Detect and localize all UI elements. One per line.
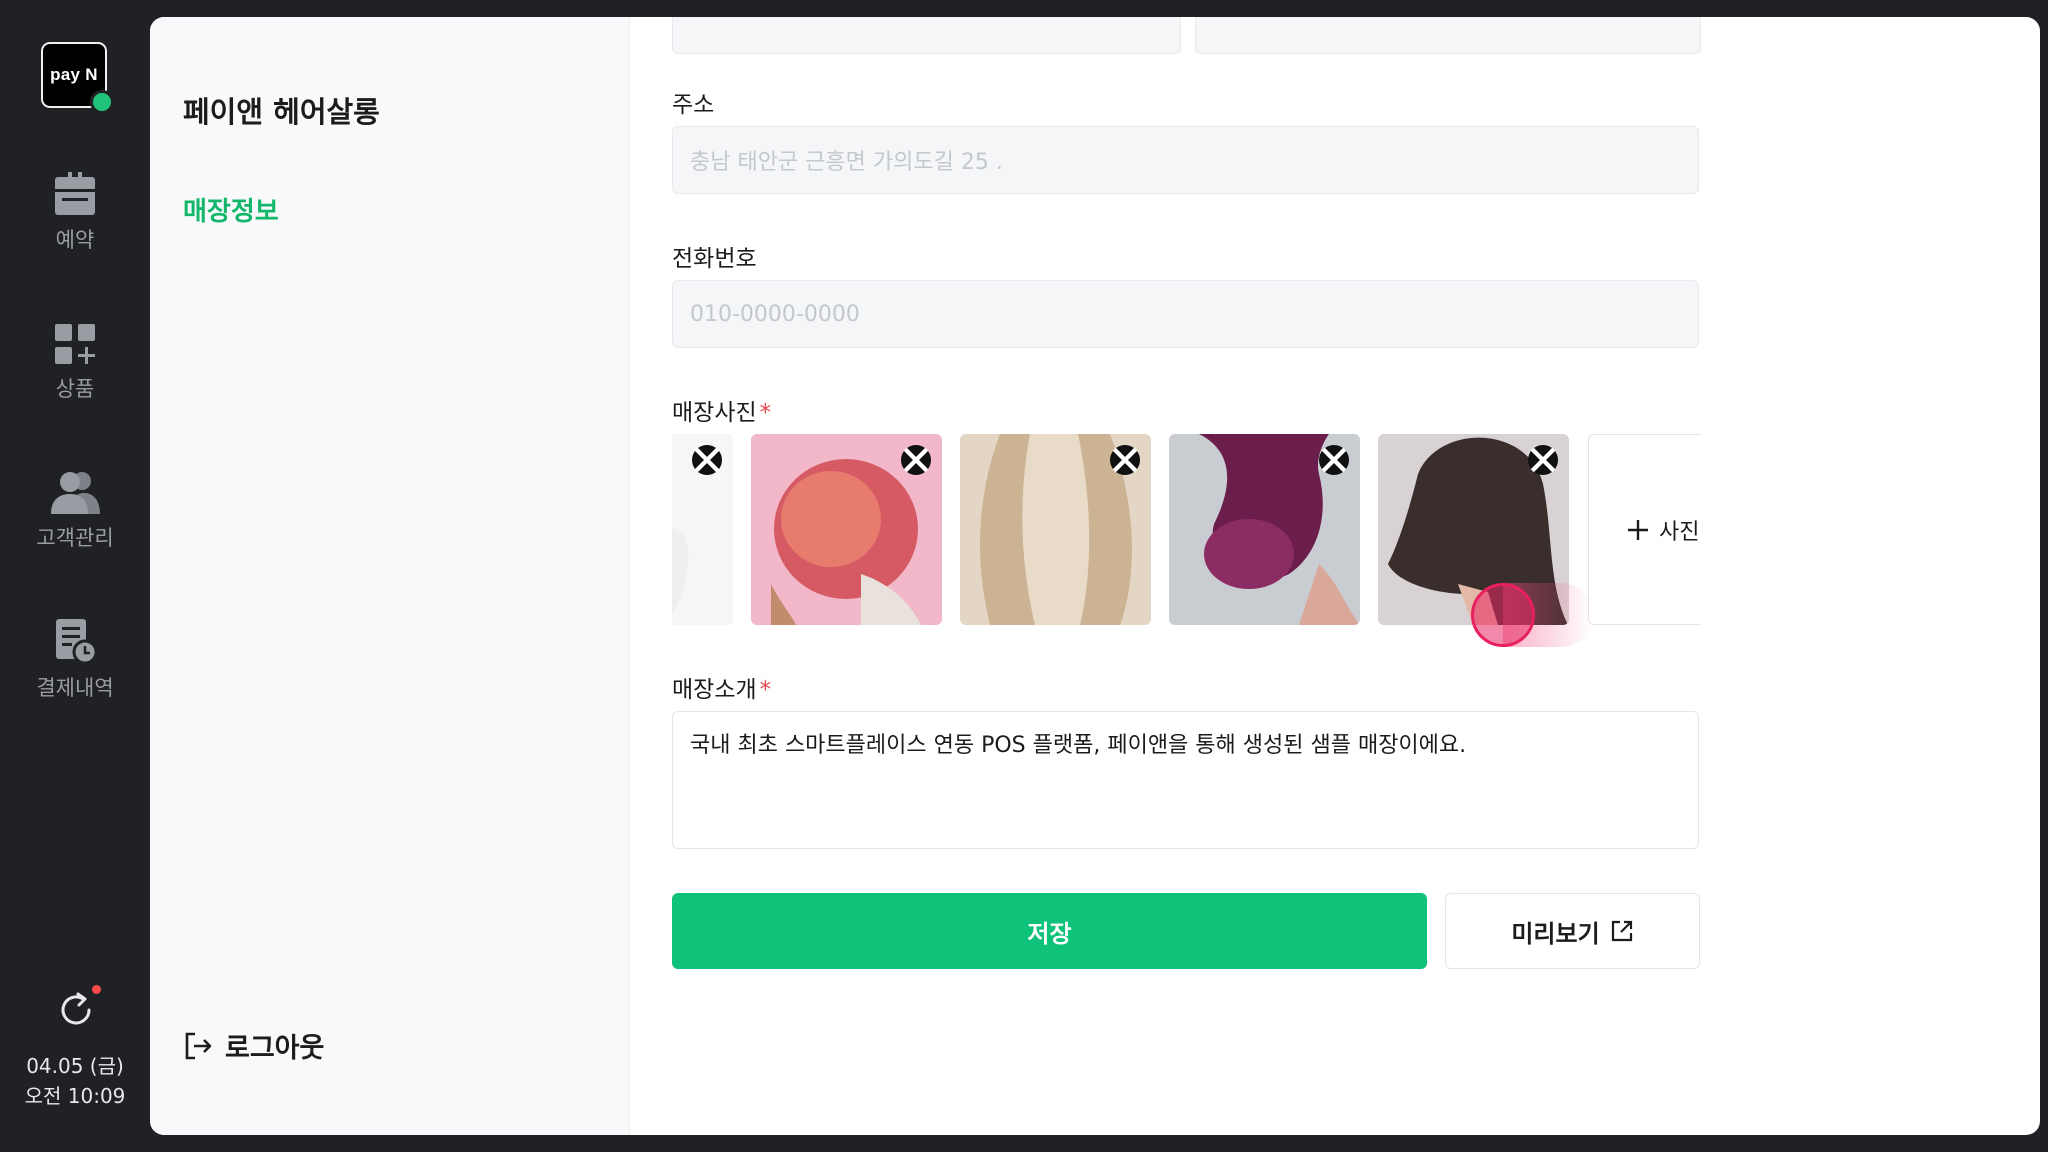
store-info-form: 주소 충남 태안군 근흥면 가의도길 25 . 전화번호 010-0000-00… [629,17,2040,1135]
notification-dot [92,985,101,994]
close-icon [1321,447,1347,473]
logout-icon [185,1032,212,1059]
nav-item-payments[interactable]: 결제내역 [0,618,150,702]
main-panel: 페이앤 헤어살롱 매장정보 로그아웃 주소 충남 태안군 근흥면 가의도길 25… [150,17,2040,1135]
nav-item-reservation[interactable]: 예약 [0,172,150,254]
photos-label-text: 매장사진 [672,400,757,426]
remove-photo-button[interactable] [1528,445,1558,475]
logo-text: pay N [50,65,98,84]
phone-input[interactable]: 010-0000-0000 [672,280,1699,348]
nav-label: 고객관리 [36,526,114,550]
nav-label: 결제내역 [36,676,114,700]
partial-field-left[interactable] [672,17,1181,54]
current-date: 04.05 (금) [26,1054,124,1078]
receipt-clock-icon [56,619,97,664]
logout-label: 로그아웃 [225,1033,325,1064]
grid-plus-icon [55,324,95,364]
preview-label: 미리보기 [1511,919,1600,948]
external-link-icon [1611,920,1632,942]
remove-photo-button[interactable] [1319,445,1349,475]
remove-photo-button[interactable] [901,445,931,475]
required-mark: * [759,400,772,426]
remove-photo-button[interactable] [1110,445,1140,475]
store-photo[interactable] [960,434,1151,625]
menu-item-store-info[interactable]: 매장정보 [183,191,279,228]
phone-placeholder: 010-0000-0000 [690,301,860,327]
refresh-icon[interactable] [56,990,96,1030]
add-photo-button[interactable]: 사진 [1588,434,1701,625]
nav-label: 상품 [55,377,95,401]
intro-textarea[interactable]: 국내 최초 스마트플레이스 연동 POS 플랫폼, 페이앤을 통해 생성된 샘플… [672,711,1699,849]
left-rail: pay N 예약 상품 고객관리 결제내역 04.05 (금) 오전 10:09 [0,0,150,1152]
phone-label: 전화번호 [672,246,757,272]
close-icon [1530,447,1556,473]
intro-label-text: 매장소개 [672,677,757,703]
store-photo[interactable] [1169,434,1360,625]
store-photo[interactable] [751,434,942,625]
close-icon [1112,447,1138,473]
intro-label: 매장소개 * [672,670,771,704]
address-label: 주소 [672,92,715,118]
payn-logo[interactable]: pay N [41,42,114,114]
add-photo-label: 사진 [1659,519,1700,545]
calendar-icon [55,172,95,215]
partial-field-right[interactable] [1195,17,1701,54]
close-icon [903,447,929,473]
nav-item-products[interactable]: 상품 [0,323,150,403]
users-icon [51,472,100,514]
plus-icon [1628,519,1648,540]
current-time: 오전 10:09 [24,1084,126,1108]
required-mark: * [759,677,772,703]
store-name: 페이앤 헤어살롱 [183,95,380,129]
save-button[interactable]: 저장 [672,893,1427,969]
nav-item-customers[interactable]: 고객관리 [0,470,150,552]
settings-sidebar: 페이앤 헤어살롱 매장정보 로그아웃 [150,17,630,1135]
address-input[interactable]: 충남 태안군 근흥면 가의도길 25 . [672,126,1699,194]
online-status-dot [90,90,114,114]
close-icon [694,447,720,473]
logout-button[interactable]: 로그아웃 [183,1026,324,1065]
store-photo[interactable] [672,434,733,625]
nav-label: 예약 [55,228,95,252]
address-placeholder: 충남 태안군 근흥면 가의도길 25 . [690,150,1003,175]
remove-photo-button[interactable] [692,445,722,475]
touch-indicator [1471,583,1535,647]
preview-button[interactable]: 미리보기 [1445,893,1700,969]
photos-label: 매장사진 * [672,393,771,427]
